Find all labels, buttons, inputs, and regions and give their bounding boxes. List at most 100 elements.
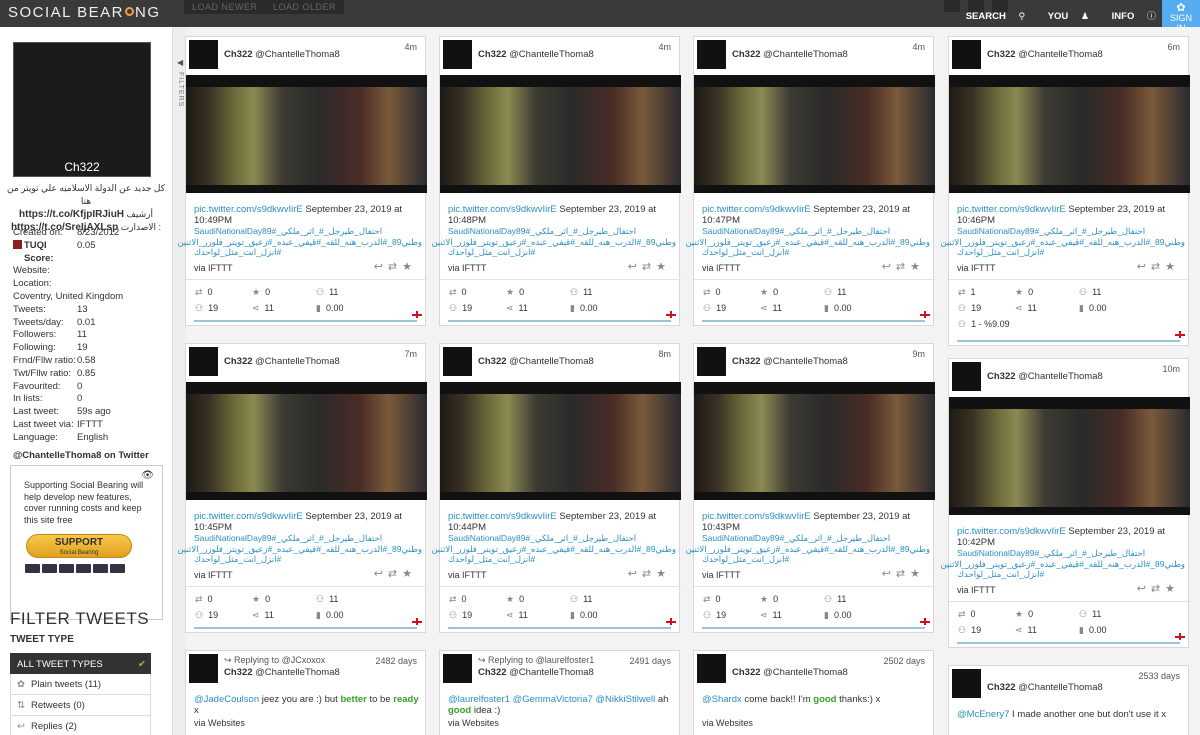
tweet-actions[interactable]: ↩⇄★ <box>374 260 417 273</box>
tweet-avatar[interactable] <box>697 654 726 683</box>
tweet-avatar[interactable] <box>189 40 218 69</box>
tweet-user[interactable]: Ch322 @ChantelleThoma8 <box>732 49 848 60</box>
tweet-user[interactable]: Ch322 @ChantelleThoma8 <box>732 667 848 678</box>
filter-all-tweet-types[interactable]: ALL TWEET TYPES ✔ <box>10 653 151 674</box>
tweet-actions[interactable]: ↩⇄★ <box>628 260 671 273</box>
tweet-avatar[interactable] <box>189 347 218 376</box>
tweet-actions[interactable]: ↩⇄★ <box>1137 260 1180 273</box>
tweet-media-image[interactable] <box>440 75 681 193</box>
stat-key: Last tweet via: <box>13 418 74 430</box>
tweet-media-link[interactable]: pic.twitter.com/s9dkwvIirE <box>448 511 557 522</box>
tweet-user[interactable]: Ch322 @ChantelleThoma8 <box>732 356 848 367</box>
tweet-hashtags[interactable]: احتفال_طيرجل_#_اثر_ملكي_#SaudiNationalDa… <box>448 226 676 237</box>
bio-link[interactable]: https://t.co/KfjpIRJiuH <box>19 209 124 220</box>
tweet-hashtags[interactable]: وطني89_#الدرب_هنه_للقه_#قيفي_عبده_#زعيق_… <box>940 559 1185 570</box>
tweet-hashtags[interactable]: وطني89_#الدرب_هنه_للقه_#قيفي_عبده_#زعيق_… <box>685 237 930 248</box>
tweet-avatar[interactable] <box>697 347 726 376</box>
tweet-hashtags[interactable]: #انزل_انت_مثل_لواحدك <box>448 247 676 258</box>
load-older-button[interactable]: LOAD OLDER <box>265 0 345 14</box>
sign-in-button[interactable]: ✿ SIGN IN <box>1162 0 1200 33</box>
following-count: ⚇ 19 <box>195 303 218 314</box>
twitter-profile-link[interactable]: @ChantelleThoma8 on Twitter <box>13 450 163 463</box>
tweet-user[interactable]: Ch322 @ChantelleThoma8 <box>224 356 340 367</box>
load-newer-button[interactable]: LOAD NEWER <box>184 0 266 14</box>
tweet-hashtags[interactable]: #انزل_انت_مثل_لواحدك <box>957 247 1185 258</box>
tweet-user[interactable]: Ch322 @ChantelleThoma8 <box>987 49 1103 60</box>
tweet-hashtags[interactable]: وطني89_#الدرب_هنه_للقه_#قيفي_عبده_#زعيق_… <box>177 237 422 248</box>
mention-link[interactable]: @Shardx <box>702 694 742 705</box>
tweet-media-link[interactable]: pic.twitter.com/s9dkwvIirE <box>957 204 1066 215</box>
tweet-user[interactable]: Ch322 @ChantelleThoma8 <box>224 667 340 678</box>
people-icon: ⚇ <box>703 303 712 313</box>
tweet-media-image[interactable] <box>186 382 427 500</box>
tweet-media-image[interactable] <box>949 75 1190 193</box>
tweet-user[interactable]: Ch322 @ChantelleThoma8 <box>478 356 594 367</box>
tweet-actions[interactable]: ↩⇄★ <box>882 567 925 580</box>
tweet-media-image[interactable] <box>694 382 935 500</box>
tweet-actions[interactable]: ↩⇄★ <box>374 567 417 580</box>
tweet-actions[interactable]: ↩⇄★ <box>882 260 925 273</box>
filter-retweets[interactable]: ⇅ Retweets (0) <box>10 695 151 716</box>
nav-you[interactable]: YOU ♟ <box>1038 11 1089 22</box>
tweet-hashtags[interactable]: #انزل_انت_مثل_لواحدك <box>448 554 676 565</box>
tweet-avatar[interactable] <box>443 347 472 376</box>
nav-search[interactable]: SEARCH ⚲ <box>956 11 1025 22</box>
tweet-avatar[interactable] <box>952 669 981 698</box>
tweet-avatar[interactable] <box>952 362 981 391</box>
tweet-hashtags[interactable]: #انزل_انت_مثل_لواحدك <box>957 569 1185 580</box>
filter-plain-tweets[interactable]: ✿ Plain tweets (11) <box>10 674 151 695</box>
logo[interactable]: SOCIAL BEAR NG <box>8 4 160 21</box>
tweet-hashtags[interactable]: وطني89_#الدرب_هنه_للقه_#قيفي_عبده_#زعيق_… <box>940 237 1185 248</box>
nav-info[interactable]: INFO ⓘ <box>1102 11 1156 22</box>
filters-toggle[interactable]: ◀ FILTERS <box>172 27 186 735</box>
mention-link[interactable]: @laurelfoster1 @GemmaVictoria7 @NikkiSti… <box>448 694 655 705</box>
tweet-media-link[interactable]: pic.twitter.com/s9dkwvIirE <box>448 204 557 215</box>
tweet-avatar[interactable] <box>952 40 981 69</box>
tweet-hashtags[interactable]: احتفال_طيرجل_#_اثر_ملكي_#SaudiNationalDa… <box>194 226 422 237</box>
tweet-hashtags[interactable]: وطني89_#الدرب_هنه_للقه_#قيفي_عبده_#زعيق_… <box>431 544 676 555</box>
filter-replies[interactable]: ↩ Replies (2) <box>10 716 151 735</box>
tweet-media-image[interactable] <box>694 75 935 193</box>
tweet-text-part: come back!! I'm <box>741 694 814 705</box>
mention-link[interactable]: @McEnery7 <box>957 709 1009 720</box>
tweet-media-link[interactable]: pic.twitter.com/s9dkwvIirE <box>702 511 811 522</box>
mention-link[interactable]: @JadeCoulson <box>194 694 259 705</box>
tweet-hashtags[interactable]: #انزل_انت_مثل_لواحدك <box>702 554 930 565</box>
replying-to[interactable]: ↪ Replying to @laurelfoster1 <box>478 655 594 666</box>
tweet-avatar[interactable] <box>443 654 472 683</box>
tweet-hashtags[interactable]: احتفال_طيرجل_#_اثر_ملكي_#SaudiNationalDa… <box>957 226 1185 237</box>
support-button[interactable]: SUPPORT Social Bearing <box>26 534 132 558</box>
tweet-hashtags[interactable]: احتفال_طيرجل_#_اثر_ملكي_#SaudiNationalDa… <box>702 533 930 544</box>
tweet-media-link[interactable]: pic.twitter.com/s9dkwvIirE <box>194 511 303 522</box>
tweet-hashtags[interactable]: #انزل_انت_مثل_لواحدك <box>194 247 422 258</box>
tweet-media-image[interactable] <box>440 382 681 500</box>
tweet-user[interactable]: Ch322 @ChantelleThoma8 <box>478 49 594 60</box>
tweet-media-link[interactable]: pic.twitter.com/s9dkwvIirE <box>194 204 303 215</box>
tweet-media-image[interactable] <box>949 397 1190 515</box>
tweet-actions[interactable]: ↩⇄★ <box>628 567 671 580</box>
tweet-avatar[interactable] <box>697 40 726 69</box>
tweet-user[interactable]: Ch322 @ChantelleThoma8 <box>224 49 340 60</box>
tweet-hashtags[interactable]: احتفال_طيرجل_#_اثر_ملكي_#SaudiNationalDa… <box>957 548 1185 559</box>
tweet-hashtags[interactable]: احتفال_طيرجل_#_اثر_ملكي_#SaudiNationalDa… <box>448 533 676 544</box>
tweet-media-link[interactable]: pic.twitter.com/s9dkwvIirE <box>957 526 1066 537</box>
retweet-icon: ⇄ <box>958 287 966 297</box>
tweet-user[interactable]: Ch322 @ChantelleThoma8 <box>987 682 1103 693</box>
tweet-media-link[interactable]: pic.twitter.com/s9dkwvIirE <box>702 204 811 215</box>
tweet-actions[interactable]: ↩⇄★ <box>1137 582 1180 595</box>
tweet-media-image[interactable] <box>186 75 427 193</box>
tweet-hashtags[interactable]: #انزل_انت_مثل_لواحدك <box>194 554 422 565</box>
replying-to[interactable]: ↪ Replying to @JCxoxox <box>224 655 325 666</box>
tweet-hashtags[interactable]: وطني89_#الدرب_هنه_للقه_#قيفي_عبده_#زعيق_… <box>431 237 676 248</box>
following-count-value: 19 <box>971 303 982 313</box>
tweet-hashtags[interactable]: وطني89_#الدرب_هنه_للقه_#قيفي_عبده_#زعيق_… <box>685 544 930 555</box>
tweet-user[interactable]: Ch322 @ChantelleThoma8 <box>987 371 1103 382</box>
tweet-avatar[interactable] <box>189 654 218 683</box>
share-icon: ⋖ <box>760 303 768 313</box>
tweet-hashtags[interactable]: احتفال_طيرجل_#_اثر_ملكي_#SaudiNationalDa… <box>194 533 422 544</box>
tweet-hashtags[interactable]: وطني89_#الدرب_هنه_للقه_#قيفي_عبده_#زعيق_… <box>177 544 422 555</box>
tweet-avatar[interactable] <box>443 40 472 69</box>
tweet-hashtags[interactable]: #انزل_انت_مثل_لواحدك <box>702 247 930 258</box>
tweet-user[interactable]: Ch322 @ChantelleThoma8 <box>478 667 594 678</box>
tweet-hashtags[interactable]: احتفال_طيرجل_#_اثر_ملكي_#SaudiNationalDa… <box>702 226 930 237</box>
